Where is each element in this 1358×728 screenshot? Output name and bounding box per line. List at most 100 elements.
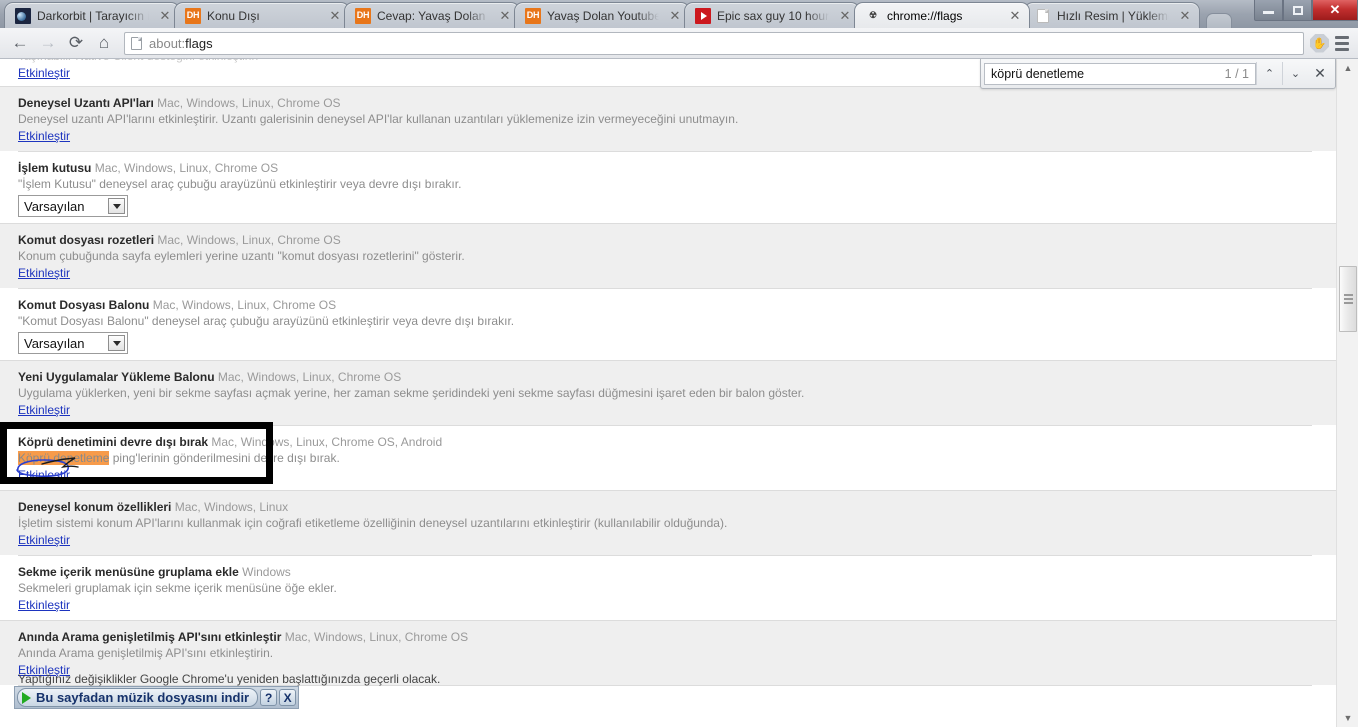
flag-title: Anında Arama genişletilmiş API'sını etki… xyxy=(18,629,1312,645)
scroll-up-icon[interactable]: ▲ xyxy=(1337,59,1358,77)
tab-konu-disi[interactable]: DH Konu Dışı ✕ xyxy=(174,2,350,28)
tab-title: Hızlı Resim | Yükleme xyxy=(1057,8,1169,23)
dh-favicon-icon: DH xyxy=(185,7,201,24)
tab-close-icon[interactable]: ✕ xyxy=(1007,8,1023,24)
flag-title-text: İşlem kutusu xyxy=(18,161,92,175)
flag-title: Deneysel konum özellikleri Mac, Windows,… xyxy=(18,499,1312,515)
restore-button[interactable] xyxy=(1283,0,1312,21)
flag-platforms: Mac, Windows, Linux, Chrome OS xyxy=(152,298,337,312)
find-match-count: 1 / 1 xyxy=(1224,66,1249,81)
flag-row: Deneysel konum özellikleri Mac, Windows,… xyxy=(0,490,1336,555)
address-bar[interactable]: about:flags xyxy=(124,31,1304,55)
flag-title-text: Anında Arama genişletilmiş API'sını etki… xyxy=(18,630,282,644)
scroll-down-icon[interactable]: ▼ xyxy=(1337,709,1358,727)
document-icon xyxy=(1035,8,1051,24)
url-scheme: about: xyxy=(149,35,186,51)
darkorbit-planet-icon xyxy=(15,7,31,24)
tab-close-icon[interactable]: ✕ xyxy=(837,8,853,24)
tab-strip: Darkorbit | Tarayıcın iç ✕ DH Konu Dışı … xyxy=(0,0,1358,28)
chrome-menu-icon[interactable] xyxy=(1332,33,1352,54)
tab-close-icon[interactable]: ✕ xyxy=(327,8,343,24)
tab-close-icon[interactable]: ✕ xyxy=(667,8,683,24)
back-button[interactable]: ← xyxy=(6,30,34,56)
flag-enable-link[interactable]: Etkinleştir xyxy=(18,265,70,281)
flag-description: "İşlem Kutusu" deneysel araç çubuğu aray… xyxy=(18,177,462,191)
flag-select-dropdown[interactable]: Varsayılan xyxy=(18,332,128,354)
flag-platforms: Mac, Windows, Linux, Chrome OS xyxy=(157,96,341,110)
tab-close-icon[interactable]: ✕ xyxy=(497,8,513,24)
tab-title: Yavaş Dolan Youtube xyxy=(547,8,659,23)
flag-enable-link[interactable]: Etkinleştir xyxy=(18,65,70,81)
flag-enable-link[interactable]: Etkinleştir xyxy=(18,532,70,548)
find-close-icon[interactable]: ✕ xyxy=(1308,62,1332,85)
flag-title: Komut dosyası rozetleri Mac, Windows, Li… xyxy=(18,232,1312,248)
flag-platforms: Mac, Windows, Linux, Chrome OS, Android xyxy=(211,435,443,449)
flag-title-text: Deneysel Uzantı API'ları xyxy=(18,96,154,110)
scrollbar-grip-icon xyxy=(1343,292,1353,306)
forward-button[interactable]: → xyxy=(34,30,62,56)
flag-title: Sekme içerik menüsüne gruplama ekle Wind… xyxy=(18,564,1312,580)
tab-epic-sax-guy[interactable]: Epic sax guy 10 hours ✕ xyxy=(684,2,860,28)
find-bar: köprü denetleme 1 / 1 ⌃ ⌄ ✕ xyxy=(980,59,1336,89)
flag-title: Yeni Uygulamalar Yükleme Balonu Mac, Win… xyxy=(18,369,1312,385)
flag-row: İşlem kutusu Mac, Windows, Linux, Chrome… xyxy=(18,151,1312,223)
tab-cevap-yavas-dolan[interactable]: DH Cevap: Yavaş Dolan Yo ✕ xyxy=(344,2,520,28)
tab-close-icon[interactable]: ✕ xyxy=(1177,8,1193,24)
home-button[interactable]: ⌂ xyxy=(90,30,118,56)
toolbar-actions: ✋ xyxy=(1310,33,1352,54)
tab-darkorbit[interactable]: Darkorbit | Tarayıcın iç ✕ xyxy=(4,2,180,28)
chevron-down-icon[interactable] xyxy=(108,198,125,214)
address-bar-text: about:flags xyxy=(149,36,213,51)
help-button[interactable]: ? xyxy=(260,689,278,706)
flag-enable-link[interactable]: Etkinleştir xyxy=(18,128,70,144)
flag-description: İşletim sistemi konum API'larını kullanm… xyxy=(18,516,728,530)
flag-platforms: Mac, Windows, Linux, Chrome OS xyxy=(217,370,402,384)
reload-button[interactable]: ⟳ xyxy=(62,30,90,56)
flag-platforms: Mac, Windows, Linux, Chrome OS xyxy=(157,233,341,247)
youtube-play-icon xyxy=(695,7,711,24)
scrollbar-thumb[interactable] xyxy=(1339,266,1357,332)
minimize-button[interactable] xyxy=(1254,0,1283,21)
url-path: flags xyxy=(185,35,213,51)
flag-enable-link[interactable]: Etkinleştir xyxy=(18,402,70,418)
vertical-scrollbar[interactable]: ▲ ▼ xyxy=(1336,59,1358,727)
new-tab-button[interactable] xyxy=(1206,13,1232,28)
adblock-hand-icon[interactable]: ✋ xyxy=(1310,33,1329,53)
window-controls: ✕ xyxy=(1254,0,1358,22)
flag-description: Sekmeleri gruplamak için sekme içerik me… xyxy=(18,581,337,595)
page-info-icon xyxy=(131,36,142,50)
tab-chrome-flags[interactable]: ☢ chrome://flags ✕ xyxy=(854,2,1030,28)
flag-platforms: Mac, Windows, Linux, Chrome OS xyxy=(94,161,279,175)
flag-title-text: Yeni Uygulamalar Yükleme Balonu xyxy=(18,370,215,384)
tab-title: chrome://flags xyxy=(887,8,963,23)
flag-row: Yeni Uygulamalar Yükleme Balonu Mac, Win… xyxy=(0,360,1336,425)
tab-yavas-dolan-youtube[interactable]: DH Yavaş Dolan Youtube ✕ xyxy=(514,2,690,28)
tab-title: Darkorbit | Tarayıcın iç xyxy=(37,8,149,23)
dh-favicon-icon: DH xyxy=(525,7,541,24)
flag-row: Komut dosyası rozetleri Mac, Windows, Li… xyxy=(0,223,1336,288)
search-match-highlight: Köprü denetleme xyxy=(18,451,110,465)
flag-enable-link[interactable]: Etkinleştir xyxy=(18,467,70,483)
find-previous-icon[interactable]: ⌃ xyxy=(1256,62,1282,85)
close-extension-bar-button[interactable]: X xyxy=(279,689,297,706)
chevron-down-icon[interactable] xyxy=(108,335,125,351)
flag-platforms: Windows xyxy=(242,565,291,579)
flag-title: Komut Dosyası Balonu Mac, Windows, Linux… xyxy=(18,297,1312,313)
tab-title: Konu Dışı xyxy=(207,8,260,23)
flag-enable-link[interactable]: Etkinleştir xyxy=(18,597,70,613)
tab-close-icon[interactable]: ✕ xyxy=(157,8,173,24)
find-next-icon[interactable]: ⌄ xyxy=(1282,62,1308,85)
flag-row: Komut Dosyası Balonu Mac, Windows, Linux… xyxy=(18,288,1312,360)
tab-hizli-resim[interactable]: Hızlı Resim | Yükleme ✕ xyxy=(1024,2,1200,28)
flag-title-text: Köprü denetimini devre dışı bırak xyxy=(18,435,209,449)
close-window-button[interactable]: ✕ xyxy=(1312,0,1358,21)
play-icon xyxy=(22,691,31,704)
flag-title: Deneysel Uzantı API'ları Mac, Windows, L… xyxy=(18,95,1312,111)
flag-description: "Komut Dosyası Balonu" deneysel araç çub… xyxy=(18,314,515,328)
flag-description-rest: ping'lerinin gönderilmesini devre dışı b… xyxy=(109,451,340,465)
find-input[interactable]: köprü denetleme 1 / 1 xyxy=(984,62,1256,85)
flag-title: Köprü denetimini devre dışı bırak Mac, W… xyxy=(18,434,1312,450)
flags-list: Taşınabilir Native Client desteğini etki… xyxy=(0,59,1336,727)
download-music-button[interactable]: Bu sayfadan müzik dosyasını indir xyxy=(17,688,259,707)
flag-select-dropdown[interactable]: Varsayılan xyxy=(18,195,128,217)
